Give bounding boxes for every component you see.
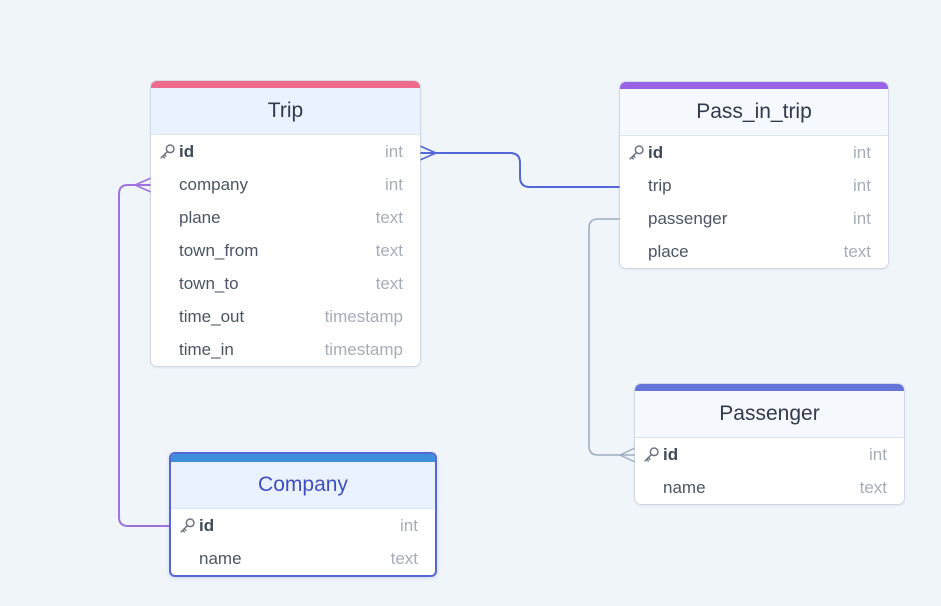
field-list: id int company int plane text town_from text tow… <box>151 135 420 366</box>
field-row-town-to[interactable]: town_to text <box>151 267 420 300</box>
field-row-passenger[interactable]: passenger int <box>620 202 888 235</box>
table-company[interactable]: Company id int name text <box>169 452 437 577</box>
field-type: int <box>400 516 418 535</box>
field-row-id[interactable]: id int <box>171 509 435 542</box>
field-name: place <box>648 242 689 261</box>
field-name: id <box>663 445 679 464</box>
field-list: id int name text <box>171 509 435 575</box>
field-type: text <box>375 241 403 260</box>
table-title[interactable]: Trip <box>151 88 420 135</box>
crowfoot-passenger-id <box>618 447 636 463</box>
field-row-name[interactable]: name text <box>635 471 904 504</box>
field-type: timestamp <box>324 307 403 326</box>
field-row-id[interactable]: id int <box>620 136 888 169</box>
key-icon <box>159 143 176 160</box>
field-type: text <box>375 208 403 227</box>
field-name: passenger <box>648 209 728 228</box>
field-name: town_to <box>179 274 239 293</box>
field-name: company <box>179 175 248 194</box>
table-accent-bar <box>635 384 904 391</box>
field-list: id int trip int passenger int place text <box>620 136 888 268</box>
table-accent-bar <box>171 454 435 462</box>
field-row-time-out[interactable]: time_out timestamp <box>151 300 420 333</box>
field-row-trip[interactable]: trip int <box>620 169 888 202</box>
field-name: id <box>648 143 664 162</box>
field-row-id[interactable]: id int <box>635 438 904 471</box>
field-type: text <box>859 478 887 497</box>
field-list: id int name text <box>635 438 904 504</box>
table-accent-bar <box>620 82 888 89</box>
crowfoot-trip-company <box>133 177 152 193</box>
field-row-time-in[interactable]: time_in timestamp <box>151 333 420 366</box>
field-type: int <box>853 176 871 195</box>
table-title[interactable]: Passenger <box>635 391 904 438</box>
link-trip-id-to-pass-in-trip-trip[interactable] <box>420 152 620 188</box>
field-name: plane <box>179 208 221 227</box>
table-passenger[interactable]: Passenger id int name text <box>635 384 904 504</box>
field-type: int <box>385 142 403 161</box>
field-type: int <box>853 143 871 162</box>
table-title[interactable]: Company <box>171 462 435 509</box>
field-type: text <box>375 274 403 293</box>
field-row-name[interactable]: name text <box>171 542 435 575</box>
key-icon <box>643 446 660 463</box>
table-trip[interactable]: Trip id int company int plane text town_from te… <box>151 81 420 366</box>
field-name: time_out <box>179 307 245 326</box>
key-icon <box>628 144 645 161</box>
field-name: time_in <box>179 340 234 359</box>
field-name: trip <box>648 176 672 195</box>
field-row-place[interactable]: place text <box>620 235 888 268</box>
table-accent-bar <box>151 81 420 88</box>
key-icon <box>179 517 196 534</box>
field-name: name <box>663 478 706 497</box>
table-pass-in-trip[interactable]: Pass_in_trip id int trip int passenger int pla… <box>620 82 888 268</box>
field-row-company[interactable]: company int <box>151 168 420 201</box>
field-row-town-from[interactable]: town_from text <box>151 234 420 267</box>
field-type: int <box>385 175 403 194</box>
field-type: text <box>843 242 871 261</box>
field-name: name <box>199 549 242 568</box>
crowfoot-trip-id <box>419 145 438 161</box>
field-type: text <box>390 549 418 568</box>
field-type: timestamp <box>324 340 403 359</box>
table-title[interactable]: Pass_in_trip <box>620 89 888 136</box>
field-row-id[interactable]: id int <box>151 135 420 168</box>
field-name: town_from <box>179 241 259 260</box>
field-name: id <box>199 516 215 535</box>
field-type: int <box>869 445 887 464</box>
field-row-plane[interactable]: plane text <box>151 201 420 234</box>
field-type: int <box>853 209 871 228</box>
field-name: id <box>179 142 195 161</box>
